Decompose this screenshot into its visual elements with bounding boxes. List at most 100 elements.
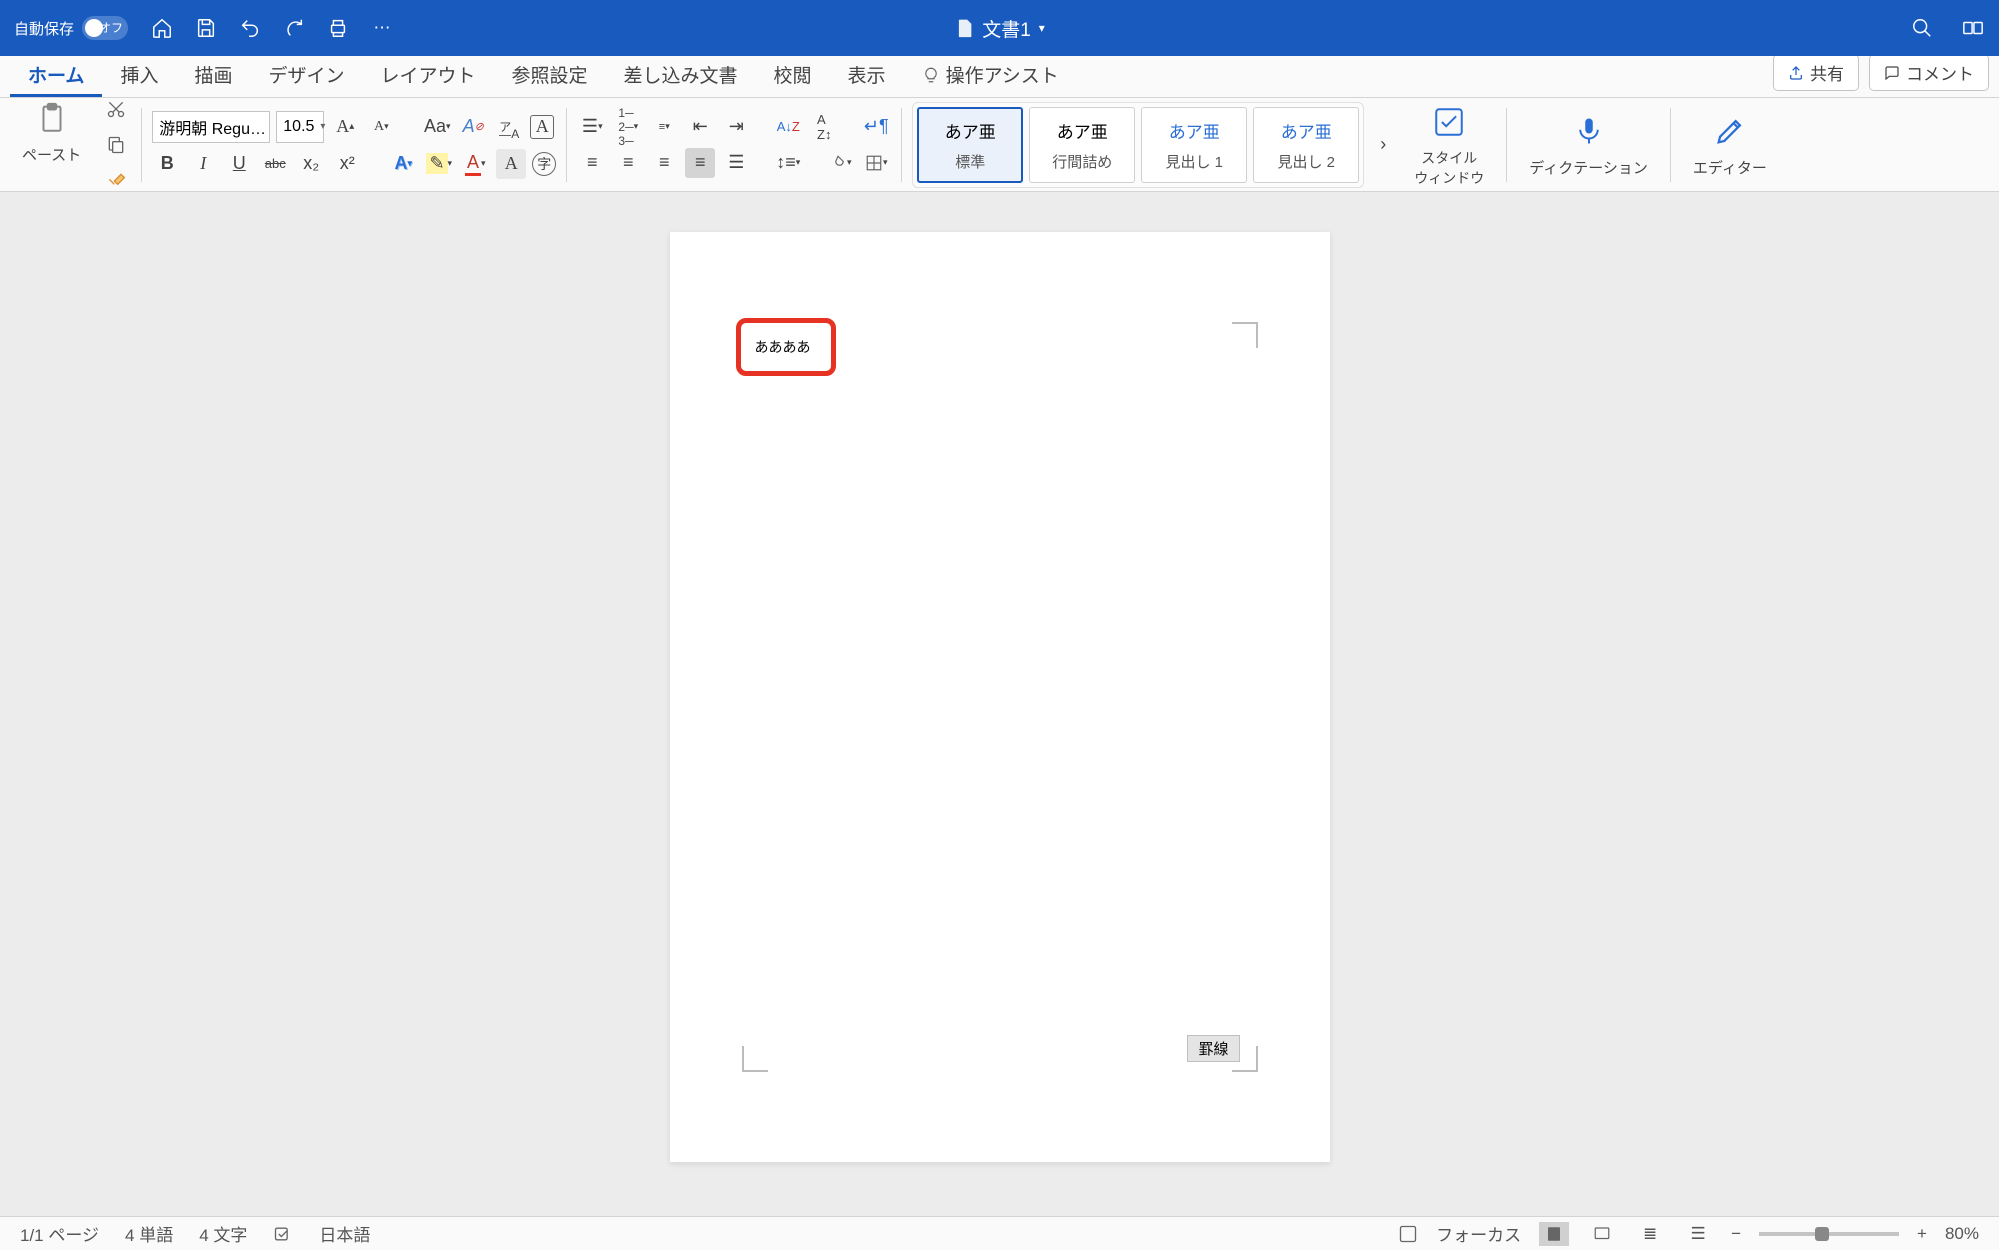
multilevel-list-button[interactable]: ≡▾ <box>649 112 679 142</box>
style-heading2[interactable]: あア亜見出し 2 <box>1253 107 1359 183</box>
document-canvas[interactable]: ああああ 罫線 <box>0 192 1999 1216</box>
paragraph-group: ☰▾ 1─2─3─▾ ≡▾ ⇤ ⇥ A↓Z AZ↕ ↵¶ ≡ ≡ ≡ ≡ ☰ ↕… <box>577 112 891 178</box>
font-name-combo[interactable]: 游明朝 Regu…▾ <box>152 111 270 143</box>
sort-za-icon[interactable]: AZ↕ <box>809 112 839 142</box>
distribute-icon[interactable]: ☰ <box>721 148 751 178</box>
bullets-button[interactable]: ☰▾ <box>577 112 607 142</box>
zoom-in-button[interactable]: + <box>1917 1224 1927 1244</box>
quick-access-toolbar: ⋯ <box>150 16 394 40</box>
italic-button[interactable]: I <box>188 149 218 179</box>
style-heading1[interactable]: あア亜見出し 1 <box>1141 107 1247 183</box>
format-painter-icon[interactable] <box>101 166 131 196</box>
phonetic-guide-icon[interactable]: アA <box>494 112 524 142</box>
justify-icon[interactable]: ≡ <box>685 148 715 178</box>
increase-font-icon[interactable]: A▴ <box>330 112 360 142</box>
tab-layout[interactable]: レイアウト <box>362 53 493 97</box>
style-pane-button[interactable]: スタイル ウィンドウ <box>1402 98 1496 192</box>
highlight-annotation: ああああ <box>736 318 836 376</box>
status-bar: 1/1 ページ 4 単語 4 文字 日本語 フォーカス ≣ ☰ − + 80% <box>0 1216 1999 1250</box>
editor-button[interactable]: エディター <box>1681 107 1779 182</box>
align-center-icon[interactable]: ≡ <box>613 148 643 178</box>
comments-button[interactable]: コメント <box>1869 54 1989 91</box>
paste-button[interactable]: ペースト <box>10 94 93 169</box>
status-language[interactable]: 日本語 <box>319 1221 370 1246</box>
tab-draw[interactable]: 描画 <box>176 53 250 97</box>
show-marks-icon[interactable]: ↵¶ <box>861 112 891 142</box>
char-shading-icon[interactable]: A <box>496 149 526 179</box>
decrease-font-icon[interactable]: A▾ <box>366 112 396 142</box>
tell-me[interactable]: 操作アシスト <box>904 53 1077 97</box>
change-case-button[interactable]: Aa ▾ <box>422 112 452 142</box>
status-page[interactable]: 1/1 ページ <box>20 1221 99 1246</box>
highlight-button[interactable]: ✎▾ <box>424 149 454 179</box>
paste-label: ペースト <box>22 144 81 165</box>
doc-icon <box>954 16 974 40</box>
redo-icon[interactable] <box>282 16 306 40</box>
decrease-indent-icon[interactable]: ⇤ <box>685 112 715 142</box>
font-size-combo[interactable]: 10.5▾ <box>276 111 324 143</box>
draft-view-icon[interactable]: ☰ <box>1683 1222 1713 1246</box>
superscript-button[interactable]: x² <box>332 149 362 179</box>
tab-references[interactable]: 参照設定 <box>494 53 606 97</box>
autosave-control[interactable]: 自動保存 オフ <box>14 16 128 40</box>
document-text[interactable]: ああああ <box>755 337 811 357</box>
spellcheck-icon[interactable] <box>273 1224 293 1244</box>
subscript-button[interactable]: x₂ <box>296 149 326 179</box>
web-layout-view-icon[interactable] <box>1587 1222 1617 1246</box>
zoom-slider[interactable] <box>1759 1232 1899 1236</box>
autosave-toggle[interactable]: オフ <box>82 16 128 40</box>
align-left-icon[interactable]: ≡ <box>577 148 607 178</box>
print-icon[interactable] <box>326 16 350 40</box>
enclose-char-icon[interactable]: 字 <box>532 152 556 176</box>
save-icon[interactable] <box>194 16 218 40</box>
increase-indent-icon[interactable]: ⇥ <box>721 112 751 142</box>
ribbon-mode-icon[interactable] <box>1961 17 1985 39</box>
title-bar: 自動保存 オフ ⋯ 文書1 ▾ <box>0 0 1999 56</box>
tab-review[interactable]: 校閲 <box>756 53 830 97</box>
chevron-down-icon[interactable]: ▾ <box>1039 21 1045 35</box>
tab-mailings[interactable]: 差し込み文書 <box>606 53 756 97</box>
copy-icon[interactable] <box>101 130 131 160</box>
strikethrough-button[interactable]: abc <box>260 149 290 179</box>
clear-formatting-icon[interactable]: A⊘ <box>458 112 488 142</box>
more-icon[interactable]: ⋯ <box>370 16 394 40</box>
dictation-button[interactable]: ディクテーション <box>1517 107 1660 182</box>
sort-az-icon[interactable]: A↓Z <box>773 112 803 142</box>
titlebar-right <box>1911 17 1985 39</box>
tab-insert[interactable]: 挿入 <box>102 53 176 97</box>
zoom-out-button[interactable]: − <box>1731 1224 1741 1244</box>
style-pane-label: スタイル ウィンドウ <box>1414 148 1484 188</box>
shading-button[interactable]: ▾ <box>825 148 855 178</box>
undo-icon[interactable] <box>238 16 262 40</box>
print-layout-view-icon[interactable] <box>1539 1222 1569 1246</box>
styles-gallery: あア亜標準 あア亜行間詰め あア亜見出し 1 あア亜見出し 2 <box>912 102 1364 188</box>
bold-button[interactable]: B <box>152 149 182 179</box>
status-chars[interactable]: 4 文字 <box>199 1221 247 1246</box>
cut-icon[interactable] <box>101 94 131 124</box>
tab-home[interactable]: ホーム <box>10 53 102 97</box>
zoom-level[interactable]: 80% <box>1945 1224 1979 1244</box>
styles-more-icon[interactable]: › <box>1368 107 1398 183</box>
borders-button[interactable]: ▾ <box>861 148 891 178</box>
status-words[interactable]: 4 単語 <box>125 1221 173 1246</box>
home-icon[interactable] <box>150 16 174 40</box>
accessibility-icon[interactable] <box>1398 1224 1418 1244</box>
line-spacing-button[interactable]: ↕≡ ▾ <box>773 148 803 178</box>
underline-button[interactable]: U <box>224 149 254 179</box>
style-nospacing[interactable]: あア亜行間詰め <box>1029 107 1135 183</box>
tab-design[interactable]: デザイン <box>250 53 362 97</box>
document-title[interactable]: 文書1 ▾ <box>954 15 1045 42</box>
style-normal[interactable]: あア亜標準 <box>917 107 1023 183</box>
document-page[interactable]: ああああ 罫線 <box>670 232 1330 1162</box>
char-border-icon[interactable]: A <box>530 115 554 139</box>
font-color-button[interactable]: A▾ <box>460 149 490 179</box>
text-effects-button[interactable]: A ▾ <box>388 149 418 179</box>
search-icon[interactable] <box>1911 17 1933 39</box>
align-right-icon[interactable]: ≡ <box>649 148 679 178</box>
outline-view-icon[interactable]: ≣ <box>1635 1222 1665 1246</box>
lightbulb-icon <box>922 66 940 84</box>
focus-mode-button[interactable]: フォーカス <box>1436 1221 1521 1246</box>
share-button[interactable]: 共有 <box>1773 54 1859 91</box>
numbering-button[interactable]: 1─2─3─▾ <box>613 112 643 142</box>
tab-view[interactable]: 表示 <box>830 53 904 97</box>
